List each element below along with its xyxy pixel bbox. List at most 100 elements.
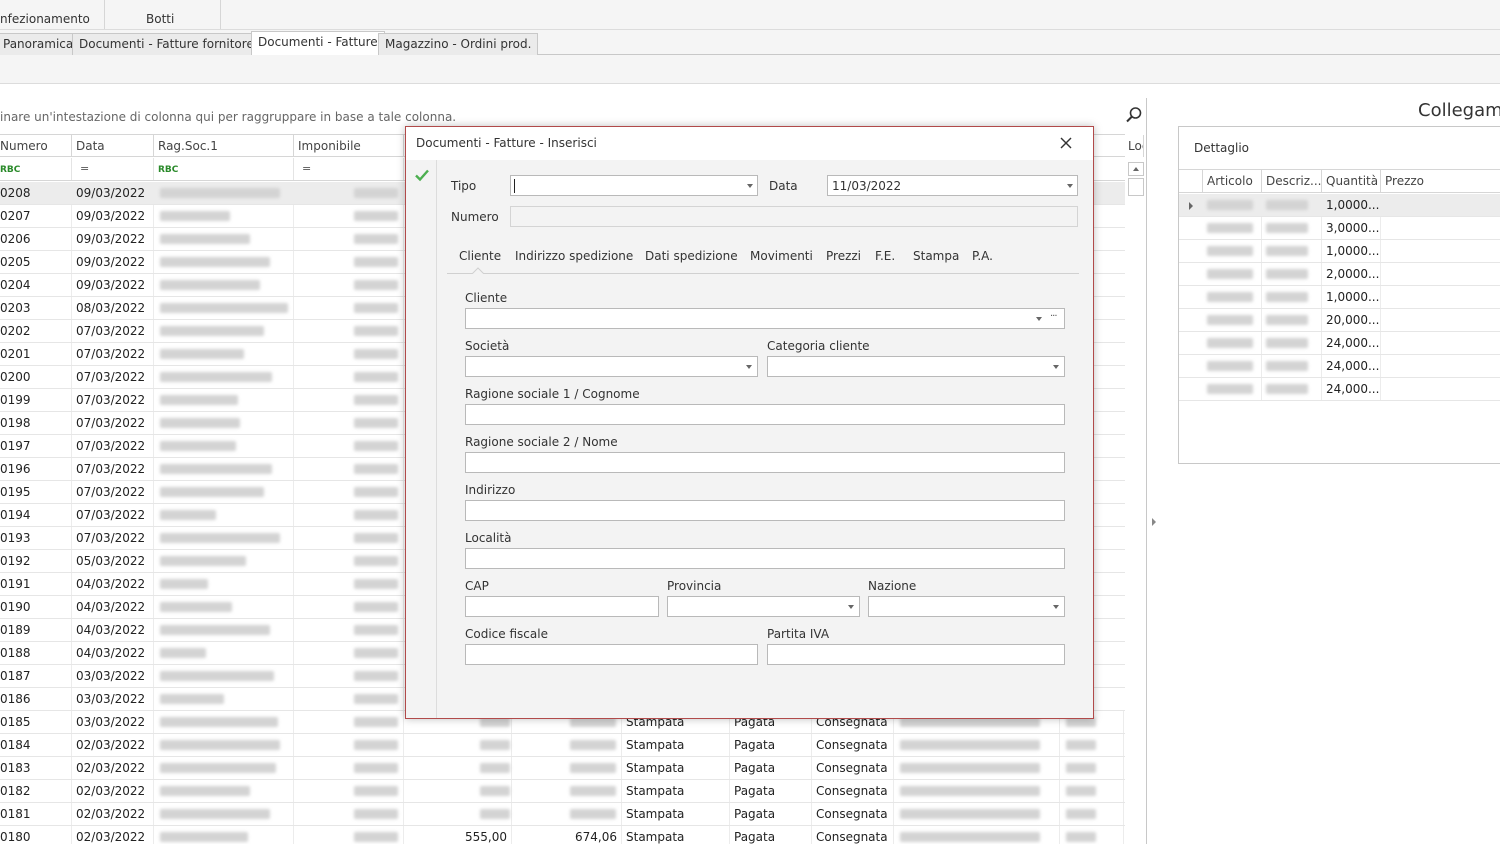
cell-numero: 0197 — [0, 435, 72, 457]
table-row[interactable]: 0184 02/03/2022 Stampata Pagata Consegnata — [0, 734, 1125, 757]
tab-movimenti[interactable]: Movimenti — [750, 249, 813, 263]
tab-pa[interactable]: P.A. — [972, 249, 993, 263]
cell-numero: 0180 — [0, 826, 72, 844]
cell-numero: 0200 — [0, 366, 72, 388]
column-header-imponibile[interactable]: Imponibile — [294, 135, 404, 157]
data-date-picker[interactable]: 11/03/2022 — [827, 175, 1078, 196]
search-icon[interactable] — [1125, 106, 1143, 124]
filter-ragsoc[interactable]: RBC — [154, 158, 294, 180]
cell-imponibile — [294, 757, 404, 779]
cell-descrizione — [1262, 263, 1322, 285]
cell-data: 07/03/2022 — [72, 527, 154, 549]
cell-numero: 0194 — [0, 504, 72, 526]
column-header-loc[interactable]: Loc — [1124, 135, 1144, 157]
tipo-select[interactable] — [510, 175, 758, 196]
close-icon[interactable] — [1058, 135, 1074, 151]
detail-row[interactable]: 24,000... — [1179, 355, 1500, 378]
dialog-title: Documenti - Fatture - Inserisci — [416, 136, 597, 150]
cell-articolo — [1203, 217, 1262, 239]
column-header-ragsoc[interactable]: Rag.Soc.1 — [154, 135, 294, 157]
cell-imponibile — [294, 297, 404, 319]
cell-ragsoc — [154, 274, 294, 296]
codice-fiscale-input[interactable] — [465, 644, 758, 665]
societa-select[interactable] — [465, 356, 758, 377]
cell-ragsoc — [154, 343, 294, 365]
filter-numero[interactable]: RBC — [0, 158, 72, 180]
detail-row[interactable]: 2,0000... — [1179, 263, 1500, 286]
tab-indirizzo-spedizione[interactable]: Indirizzo spedizione — [515, 249, 633, 263]
cell-ragsoc — [154, 803, 294, 825]
row-indicator-icon — [1189, 202, 1193, 210]
cell-imponibile — [294, 826, 404, 844]
table-row[interactable]: 0181 02/03/2022 Stampata Pagata Consegnata — [0, 803, 1125, 826]
provincia-select[interactable] — [667, 596, 860, 617]
tab-dati-spedizione[interactable]: Dati spedizione — [645, 249, 738, 263]
tab-underline — [447, 273, 1079, 274]
vertical-scrollbar[interactable] — [1127, 158, 1145, 218]
column-header-quantita[interactable]: Quantità — [1322, 170, 1381, 192]
cell-data: 09/03/2022 — [72, 274, 154, 296]
scroll-up-button[interactable] — [1128, 162, 1144, 176]
table-row[interactable]: 0183 02/03/2022 Stampata Pagata Consegnata — [0, 757, 1125, 780]
nazione-select[interactable] — [868, 596, 1065, 617]
cell-prezzo — [1381, 286, 1500, 308]
detail-row[interactable]: 20,000... — [1179, 309, 1500, 332]
filter-data[interactable]: = — [72, 158, 154, 180]
column-header-prezzo[interactable]: Prezzo — [1381, 170, 1500, 192]
column-header-data[interactable]: Data — [72, 135, 154, 157]
cell-ragsoc — [154, 481, 294, 503]
detail-row[interactable]: 1,0000... — [1179, 240, 1500, 263]
partita-iva-input[interactable] — [767, 644, 1065, 665]
table-row[interactable]: 0182 02/03/2022 Stampata Pagata Consegnata — [0, 780, 1125, 803]
confirm-check-icon[interactable] — [414, 167, 430, 183]
cell-numero: 0204 — [0, 274, 72, 296]
column-header-numero[interactable]: Numero — [0, 135, 72, 157]
cell-descrizione — [1262, 240, 1322, 262]
cell-data: 09/03/2022 — [72, 182, 154, 204]
tab-prezzi[interactable]: Prezzi — [826, 249, 861, 263]
detail-row[interactable]: 1,0000... — [1179, 194, 1500, 217]
scroll-thumb[interactable] — [1128, 178, 1144, 196]
localita-input[interactable] — [465, 548, 1065, 569]
group-by-hint: inare un'intestazione di colonna qui per… — [0, 110, 457, 124]
cell-articolo — [1203, 263, 1262, 285]
tab-cliente[interactable]: Cliente — [459, 249, 501, 263]
cliente-lookup[interactable]: ··· — [465, 308, 1065, 329]
cell-ragsoc — [154, 251, 294, 273]
ribbon-group-botti[interactable]: Botti — [146, 12, 174, 26]
cell-numero: 0188 — [0, 642, 72, 664]
cell-descrizione — [1262, 355, 1322, 377]
cell-descrizione — [1262, 217, 1322, 239]
chevron-down-icon[interactable] — [1036, 317, 1042, 321]
indirizzo-input[interactable] — [465, 500, 1065, 521]
cell-data: 04/03/2022 — [72, 642, 154, 664]
cell-ragsoc — [154, 734, 294, 756]
cap-label: CAP — [465, 579, 489, 593]
categoria-cliente-select[interactable] — [767, 356, 1065, 377]
detail-row[interactable]: 1,0000... — [1179, 286, 1500, 309]
ragione-sociale-2-input[interactable] — [465, 452, 1065, 473]
ragione-sociale-1-input[interactable] — [465, 404, 1065, 425]
detail-grid-header: Articolo Descriz... Quantità Prezzo — [1179, 169, 1500, 193]
column-header-descrizione[interactable]: Descriz... — [1262, 170, 1322, 192]
cap-input[interactable] — [465, 596, 659, 617]
tab-panoramica[interactable]: Panoramica — [0, 33, 81, 55]
tab-fatture[interactable]: Documenti - Fatture — [251, 31, 385, 56]
cell-data: 03/03/2022 — [72, 665, 154, 687]
detail-row[interactable]: 24,000... — [1179, 378, 1500, 401]
tab-stampa[interactable]: Stampa — [913, 249, 959, 263]
splitter-arrow-icon[interactable] — [1152, 518, 1156, 526]
chevron-down-icon — [1067, 184, 1073, 188]
detail-row[interactable]: 24,000... — [1179, 332, 1500, 355]
tab-fatture-fornitore[interactable]: Documenti - Fatture fornitore — [72, 33, 261, 55]
detail-row[interactable]: 3,0000... — [1179, 217, 1500, 240]
ellipsis-button[interactable]: ··· — [1050, 311, 1057, 322]
filter-imponibile[interactable]: = — [294, 158, 404, 180]
tab-ordini-prod[interactable]: Magazzino - Ordini prod. — [378, 33, 539, 55]
column-header-articolo[interactable]: Articolo — [1203, 170, 1262, 192]
tab-fe[interactable]: F.E. — [875, 249, 895, 263]
dialog-body: Tipo Data 11/03/2022 Numero Cliente Indi… — [437, 160, 1093, 718]
table-row[interactable]: 0180 02/03/2022 555,00 674,06 Stampata Pagata… — [0, 826, 1125, 844]
ribbon: nfezionamento Botti — [0, 0, 1500, 30]
ribbon-group-confezionamento[interactable]: nfezionamento — [0, 12, 90, 26]
